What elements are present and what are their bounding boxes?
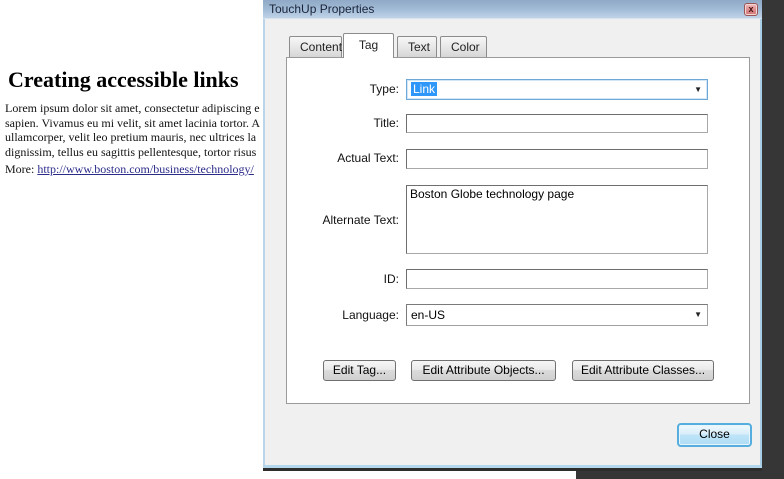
type-label: Type: [287, 82, 399, 96]
document-hyperlink[interactable]: http://www.boston.com/business/technolog… [37, 162, 254, 176]
touchup-properties-dialog: TouchUp Properties x Content Tag Text Co… [263, 0, 762, 468]
actual-text-label: Actual Text: [287, 151, 399, 165]
alternate-text-textarea[interactable]: Boston Globe technology page [406, 185, 708, 254]
language-combobox[interactable]: en-US ▼ [406, 304, 708, 326]
title-label: Title: [287, 116, 399, 130]
tab-tag[interactable]: Tag [343, 33, 394, 58]
more-label: More: [5, 162, 37, 176]
type-value: Link [411, 82, 437, 96]
title-input[interactable] [406, 114, 708, 133]
tag-tab-panel: Type: Link ▼ Title: Actual Text: Alterna… [286, 57, 750, 404]
language-value: en-US [411, 308, 445, 322]
document-heading: Creating accessible links [8, 67, 239, 93]
tab-text[interactable]: Text [397, 36, 437, 57]
edit-attribute-objects-button[interactable]: Edit Attribute Objects... [411, 360, 556, 381]
actual-text-input[interactable] [406, 149, 708, 169]
close-button[interactable]: Close [677, 423, 752, 447]
language-label: Language: [287, 308, 399, 322]
dialog-titlebar[interactable]: TouchUp Properties x [263, 0, 762, 19]
id-label: ID: [287, 272, 399, 286]
document-more-line: More: http://www.boston.com/business/tec… [5, 162, 254, 177]
tab-content[interactable]: Content [289, 36, 342, 57]
id-input[interactable] [406, 269, 708, 289]
close-icon[interactable]: x [744, 3, 758, 16]
edit-attribute-classes-button[interactable]: Edit Attribute Classes... [572, 360, 714, 381]
tab-color[interactable]: Color [440, 36, 487, 57]
edit-tag-button[interactable]: Edit Tag... [323, 360, 396, 381]
chevron-down-icon[interactable]: ▼ [694, 80, 702, 99]
alternate-text-label: Alternate Text: [287, 213, 399, 227]
type-combobox[interactable]: Link ▼ [406, 79, 708, 100]
chevron-down-icon[interactable]: ▼ [694, 305, 702, 325]
dialog-title: TouchUp Properties [269, 2, 374, 16]
